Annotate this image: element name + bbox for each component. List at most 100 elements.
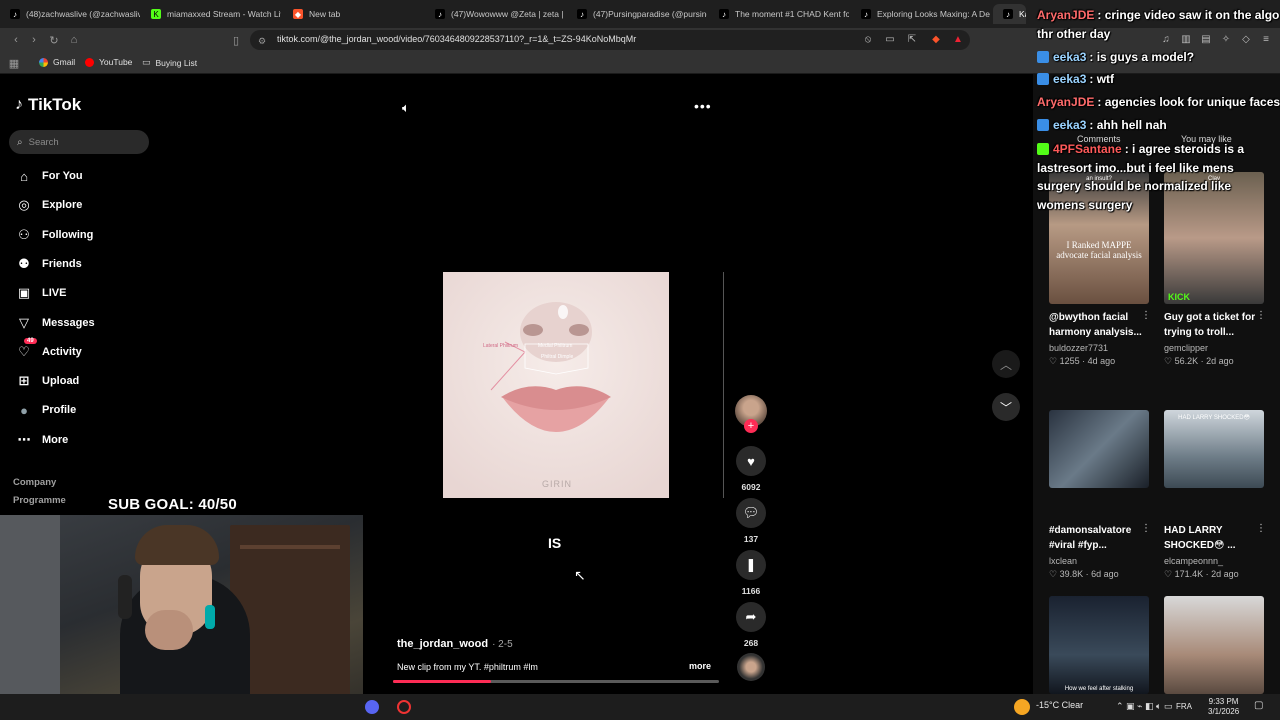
heart-icon: ♡ — [1164, 356, 1175, 366]
like-count: 1255 — [1059, 356, 1080, 366]
recommendation-menu-icon[interactable]: ⋮ — [1141, 523, 1151, 534]
recommendation-user[interactable]: gemclipper — [1164, 343, 1208, 353]
search-input[interactable]: ⌕ Search — [9, 130, 149, 154]
sidebar-item-following[interactable]: ⚇ Following — [16, 227, 93, 243]
like-button[interactable]: ♥ 6092 — [735, 446, 767, 492]
recommendation-title[interactable]: @bwython facial harmony analysis... — [1049, 310, 1147, 340]
sidebar-icon[interactable]: ▥ — [1180, 34, 1192, 46]
vpn-icon[interactable]: ◇ — [1240, 34, 1252, 46]
site-info-icon[interactable]: ⚙ — [254, 33, 270, 49]
sound-disc[interactable] — [735, 653, 767, 681]
sidebar-item-friends[interactable]: ⚉ Friends — [16, 256, 82, 272]
sidebar-item-profile[interactable]: ● Profile — [16, 402, 76, 418]
recommendation-title[interactable]: #damonsalvatore #viral #fyp... — [1049, 523, 1147, 553]
reader-icon[interactable]: ⦸ — [862, 34, 874, 46]
plus-badge-icon — [1037, 143, 1049, 155]
tray-clock[interactable]: 9:33 PM 3/1/2026 — [1208, 697, 1239, 717]
back-icon[interactable]: ‹ — [8, 32, 24, 48]
recommendation-thumbnail[interactable] — [1049, 410, 1149, 488]
chat-username: eeka3 — [1053, 118, 1087, 132]
save-button[interactable]: ❚ 1166 — [735, 550, 767, 596]
tray-language[interactable]: FRA — [1176, 702, 1192, 711]
browser-tab[interactable]: ♪ Exploring Looks Maxing: A De — [851, 4, 991, 24]
recommendation-title[interactable]: Guy got a ticket for trying to troll... — [1164, 310, 1262, 340]
comment-button[interactable]: 💬︎ 137 — [735, 498, 767, 544]
next-video-button[interactable]: ﹀ — [992, 393, 1020, 421]
tiktok-icon: ♪ — [861, 9, 871, 19]
video-author[interactable]: the_jordan_wood · 2-5 — [397, 638, 513, 650]
video-caption: IS — [548, 535, 562, 551]
recommendation-thumbnail[interactable]: HAD LARRY SHOCKED😳 — [1164, 410, 1264, 488]
brave-icon: ◆ — [293, 9, 303, 19]
google-icon — [39, 57, 48, 67]
taskbar: ⌃ ▣ ⌁ ◧ 🔈︎ ▭ ▢ — [0, 694, 1280, 720]
browser-tab[interactable]: ◆ New tab — [283, 4, 423, 24]
browser-tab[interactable]: ♪ (47)Pursingparadise (@pursing — [567, 4, 707, 24]
sidebar-item-messages[interactable]: ▽ Messages — [16, 315, 95, 331]
recommendation-menu-icon[interactable]: ⋮ — [1256, 310, 1266, 321]
video-player[interactable]: Lateral Philtrum Medial Philtrum Philtra… — [443, 272, 669, 498]
browser-tab[interactable]: ♪ Ka — [993, 4, 1026, 24]
bookmark-youtube[interactable]: YouTube — [85, 57, 132, 67]
obs-icon[interactable] — [397, 700, 411, 714]
share-icon[interactable]: ⇱ — [906, 34, 918, 46]
heart-icon: ♡ — [1049, 569, 1060, 579]
tiktok-logo[interactable]: ♪ TikTok — [15, 95, 81, 115]
bookmark-buying-list[interactable]: ▭ Buying List — [142, 57, 197, 68]
volume-icon[interactable]: 🔈︎ — [402, 100, 410, 116]
sidebar-item-activity[interactable]: ♡ 49 Activity — [16, 337, 82, 360]
discord-icon[interactable] — [365, 700, 379, 714]
brave-shield-icon[interactable]: ◆ — [930, 34, 942, 46]
rewards-icon[interactable]: ▲ — [952, 34, 964, 46]
messages-icon: ▽ — [19, 314, 29, 330]
wallet-icon[interactable]: ▤ — [1200, 34, 1212, 46]
recommendation-thumbnail[interactable] — [1164, 596, 1264, 694]
home-icon[interactable]: ⌂ — [66, 32, 82, 48]
chat-message: AryanJDE: agencies look for unique faces — [1037, 95, 1280, 109]
browser-tab[interactable]: Kmiamaxxed Stream - Watch Live — [141, 4, 281, 24]
sidebar-item-upload[interactable]: ⊞ Upload — [16, 373, 80, 389]
browser-tab[interactable]: ♪ (47)Wowowww @Zeta | zeta | — [425, 4, 565, 24]
reload-icon[interactable]: ↻ — [46, 32, 62, 48]
recommendation-user[interactable]: buldozzer7731 — [1049, 343, 1108, 353]
browser-tab[interactable]: ♪ (48)zachwaslive (@zachwaslive — [0, 4, 140, 24]
tray-icons[interactable]: ⌃ ▣ ⌁ ◧ 🔈︎ ▭ — [1116, 701, 1172, 712]
menu-icon[interactable]: ≡ — [1260, 34, 1272, 46]
footer-link[interactable]: Programme — [13, 495, 66, 506]
recommendation-menu-icon[interactable]: ⋮ — [1141, 310, 1151, 321]
author-avatar[interactable]: + — [735, 395, 767, 433]
sidebar-item-explore[interactable]: ◎ Explore — [16, 197, 82, 213]
youtube-icon — [85, 57, 94, 67]
tiktok-icon: ♪ — [1003, 9, 1013, 19]
chat-text-continued: resort imo...but i feel like mens surger… — [1037, 160, 1234, 212]
follow-plus-icon[interactable]: + — [744, 419, 758, 433]
recommendation-menu-icon[interactable]: ⋮ — [1256, 523, 1266, 534]
sidebar-item-live[interactable]: ▣ LIVE — [16, 285, 67, 301]
sidebar-item-for-you[interactable]: ⌂ For You — [16, 168, 82, 184]
share-button[interactable]: ➦ 268 — [735, 602, 767, 648]
more-button[interactable]: more — [689, 661, 711, 671]
bookmark-icon[interactable]: ▯ — [228, 32, 244, 48]
video-options-icon[interactable]: ••• — [694, 98, 712, 114]
sidebar-item-more[interactable]: ⋯ More — [16, 432, 69, 448]
apps-icon[interactable]: ▦ — [6, 55, 22, 71]
tray-weather[interactable]: -15°C Clear — [1036, 700, 1083, 710]
browser-tab[interactable]: ♪ The moment #1 CHAD Kent fo — [709, 4, 849, 24]
forward-icon[interactable]: › — [26, 32, 42, 48]
separator: · — [1079, 356, 1088, 366]
previous-video-button[interactable]: ︿ — [992, 350, 1020, 378]
leo-icon[interactable]: ✧ — [1220, 34, 1232, 46]
recommendation-thumbnail[interactable]: How we feel after stalking — [1049, 596, 1149, 694]
recommendation-user[interactable]: lxclean — [1049, 556, 1077, 566]
cast-icon[interactable]: ▭ — [884, 34, 896, 46]
logo-text: TikTok — [28, 95, 82, 114]
author-name[interactable]: the_jordan_wood — [397, 638, 488, 650]
recommendation-title[interactable]: HAD LARRY SHOCKED😳 ... — [1164, 523, 1262, 553]
video-progress-bar[interactable] — [393, 680, 719, 683]
notification-icon[interactable]: ▢ — [1254, 700, 1263, 711]
upload-icon: ⊞ — [18, 373, 30, 389]
bookmark-gmail[interactable]: Gmail — [39, 57, 75, 67]
media-icon[interactable]: ♫ — [1160, 34, 1172, 46]
recommendation-user[interactable]: elcampeonnn_ — [1164, 556, 1223, 566]
footer-link[interactable]: Company — [13, 477, 56, 488]
